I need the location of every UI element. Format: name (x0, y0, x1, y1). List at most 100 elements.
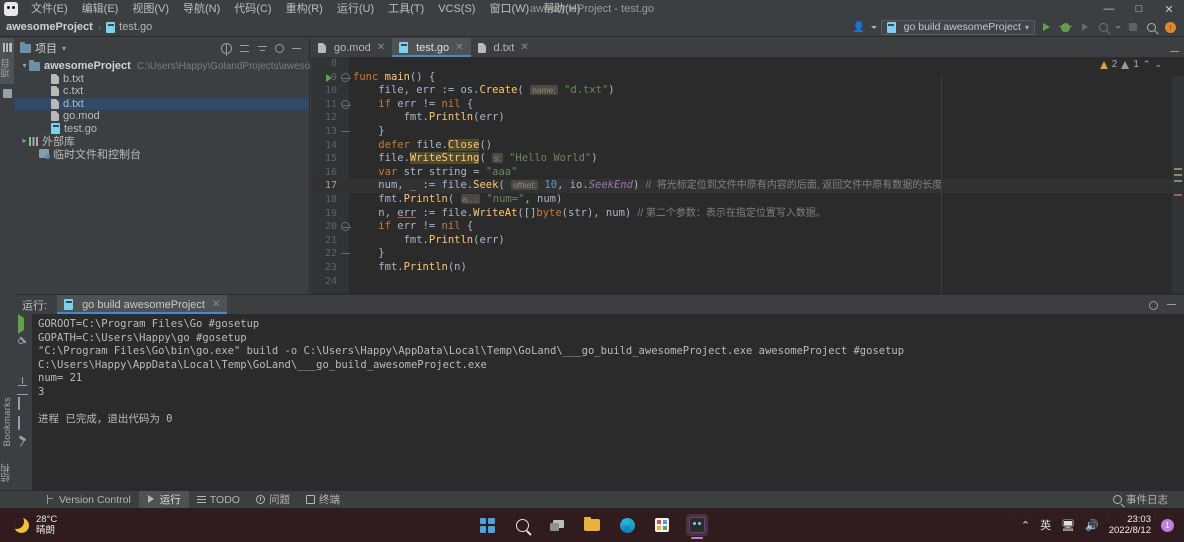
run-button[interactable] (1039, 20, 1054, 35)
store-button[interactable] (651, 514, 673, 536)
profile-button[interactable] (1096, 20, 1111, 35)
menu-item-1[interactable]: 编辑(E) (75, 0, 126, 18)
tree-expand-icon[interactable]: ▸ (20, 135, 29, 147)
stop-button[interactable] (1125, 20, 1140, 35)
breadcrumb-project[interactable]: awesomeProject (6, 21, 93, 33)
file-explorer-button[interactable] (581, 514, 603, 536)
tree-node-d-txt[interactable]: d.txt (14, 97, 309, 110)
code-line-19[interactable]: 19 n, err := file.WriteAt([]byte(str), n… (311, 207, 1184, 221)
bottom-bar-item-run[interactable]: 运行 (138, 490, 189, 509)
pin-icon[interactable] (18, 437, 29, 448)
rerun-icon[interactable] (17, 314, 29, 334)
menu-item-8[interactable]: VCS(S) (431, 0, 482, 18)
menu-item-10[interactable]: 帮助(H) (536, 0, 587, 18)
code-line-21[interactable]: 21 fmt.Println(err) (311, 234, 1184, 248)
bottom-bar-item-todo[interactable]: TODO (189, 491, 248, 509)
task-view-button[interactable] (546, 514, 568, 536)
code-line-23[interactable]: 23 fmt.Println(n) (311, 261, 1184, 275)
start-button[interactable] (476, 514, 498, 536)
select-opened-file-icon[interactable] (221, 42, 232, 56)
search-button[interactable] (511, 514, 533, 536)
collapse-all-icon[interactable] (257, 43, 268, 54)
edge-button[interactable] (616, 514, 638, 536)
goland-button[interactable] (686, 514, 708, 539)
run-with-coverage-button[interactable] (1077, 20, 1092, 35)
code-line-10[interactable]: 10 file, err := os.Create( name: "d.txt"… (311, 84, 1184, 98)
menu-item-4[interactable]: 代码(C) (227, 0, 278, 18)
code-fold-icon[interactable] (341, 99, 351, 109)
minimize-button[interactable]: — (1094, 0, 1124, 18)
code-line-17[interactable]: 17 num, _ := file.Seek( offset: 10, io.S… (311, 179, 1184, 193)
editor-tab-close-icon[interactable]: ✕ (455, 42, 463, 53)
event-log-button[interactable]: 事件日志 (1105, 491, 1176, 509)
console-output[interactable]: GOROOT=C:\Program Files\Go #gosetup GOPAT… (32, 314, 1184, 490)
update-available-icon[interactable] (1163, 20, 1178, 35)
next-problem-icon[interactable]: ⌄ (1154, 59, 1162, 70)
tree-node-awesomeProject[interactable]: ▾ awesomeProject C:\Users\Happy\GolandProj… (14, 59, 355, 73)
code-fold-icon[interactable] (341, 72, 351, 82)
sidebar-label-structure[interactable]: 结构 (0, 459, 14, 486)
code-line-16[interactable]: 16 var str string = "aaa" (311, 166, 1184, 180)
sidebar-item-project[interactable]: 项目 (0, 38, 14, 85)
wrench-icon[interactable] (18, 338, 28, 348)
editor-tab-d-txt[interactable]: d.txt ✕ (471, 38, 536, 57)
trash-icon[interactable] (17, 397, 29, 410)
hide-panel-icon[interactable] (1166, 299, 1177, 310)
more-tabs-icon[interactable] (1169, 46, 1180, 57)
profile-caret-icon[interactable] (1115, 25, 1121, 29)
editor-tab-test-go[interactable]: test.go ✕ (392, 38, 471, 57)
code-line-24[interactable]: 24 (311, 275, 1184, 289)
expand-all-icon[interactable] (239, 43, 250, 54)
code-line-11[interactable]: 11 if err != nil { (311, 98, 1184, 112)
code-line-18[interactable]: 18 fmt.Println( a…: "num=", num) (311, 193, 1184, 207)
inspection-widget[interactable]: 2 1 ⌃ ⌄ (1099, 59, 1162, 70)
tree-node-go-mod[interactable]: go.mod (14, 110, 309, 123)
code-line-15[interactable]: 15 file.WriteString( s: "Hello World") (311, 152, 1184, 166)
gear-icon[interactable] (1149, 300, 1158, 310)
code-line-13[interactable]: 13 } (311, 125, 1184, 139)
menu-item-2[interactable]: 视图(V) (125, 0, 176, 18)
code-line-14[interactable]: 14 defer file.Close() (311, 138, 1184, 153)
menu-item-7[interactable]: 工具(T) (381, 0, 431, 18)
code-fold-icon[interactable] (341, 127, 350, 136)
menu-item-9[interactable]: 窗口(W) (482, 0, 536, 18)
maximize-button[interactable]: □ (1124, 0, 1154, 18)
run-tab-go-build[interactable]: go build awesomeProject ✕ (57, 295, 228, 314)
stop-icon[interactable] (18, 357, 29, 368)
tree-node-test-go[interactable]: test.go (14, 123, 309, 136)
gutter-run-icon[interactable] (326, 74, 332, 83)
gear-icon[interactable] (275, 44, 284, 53)
close-button[interactable]: ✕ (1154, 0, 1184, 18)
menu-item-0[interactable]: 文件(E) (24, 0, 75, 18)
menu-item-6[interactable]: 运行(U) (330, 0, 381, 18)
tree-node-临时文件和控制台[interactable]: 临时文件和控制台 (14, 148, 309, 161)
menu-item-3[interactable]: 导航(N) (176, 0, 227, 18)
tree-expand-icon[interactable]: ▾ (20, 60, 29, 72)
bottom-bar-item-problems[interactable]: 问题 (248, 491, 298, 509)
hide-panel-icon[interactable] (291, 43, 302, 54)
previous-problem-icon[interactable]: ⌃ (1143, 59, 1151, 70)
bottom-bar-item-terminal[interactable]: 终端 (298, 491, 348, 509)
debug-button[interactable] (1058, 20, 1073, 35)
tree-node-c-txt[interactable]: c.txt (14, 85, 309, 98)
print-icon[interactable] (17, 416, 29, 430)
code-line-22[interactable]: 22 } (311, 247, 1184, 261)
project-panel-caret-icon[interactable]: ▾ (62, 44, 66, 53)
menu-item-5[interactable]: 重构(R) (279, 0, 330, 18)
code-fold-icon[interactable] (341, 249, 350, 258)
code-line-9[interactable]: 9 func main() { (311, 71, 1184, 85)
code-line-8[interactable]: 8 (311, 57, 1184, 71)
code-line-12[interactable]: 12 fmt.Println(err) (311, 111, 1184, 125)
tree-node-b-txt[interactable]: b.txt (14, 73, 309, 86)
user-account-icon[interactable]: 👤 (852, 20, 867, 35)
run-tab-close-icon[interactable]: ✕ (212, 299, 220, 310)
account-caret-icon[interactable] (870, 25, 877, 29)
bottom-bar-item-branch[interactable]: Version Control (38, 491, 139, 509)
breadcrumb-file[interactable]: test.go (119, 21, 152, 33)
code-line-20[interactable]: 20 if err != nil { (311, 220, 1184, 234)
search-everywhere-icon[interactable] (1144, 20, 1159, 35)
scroll-to-end-icon[interactable] (18, 377, 29, 388)
code-fold-icon[interactable] (341, 222, 351, 232)
sidebar-label-bookmarks[interactable]: Bookmarks (2, 393, 13, 450)
editor-tab-go-mod[interactable]: go.mod ✕ (311, 38, 392, 57)
